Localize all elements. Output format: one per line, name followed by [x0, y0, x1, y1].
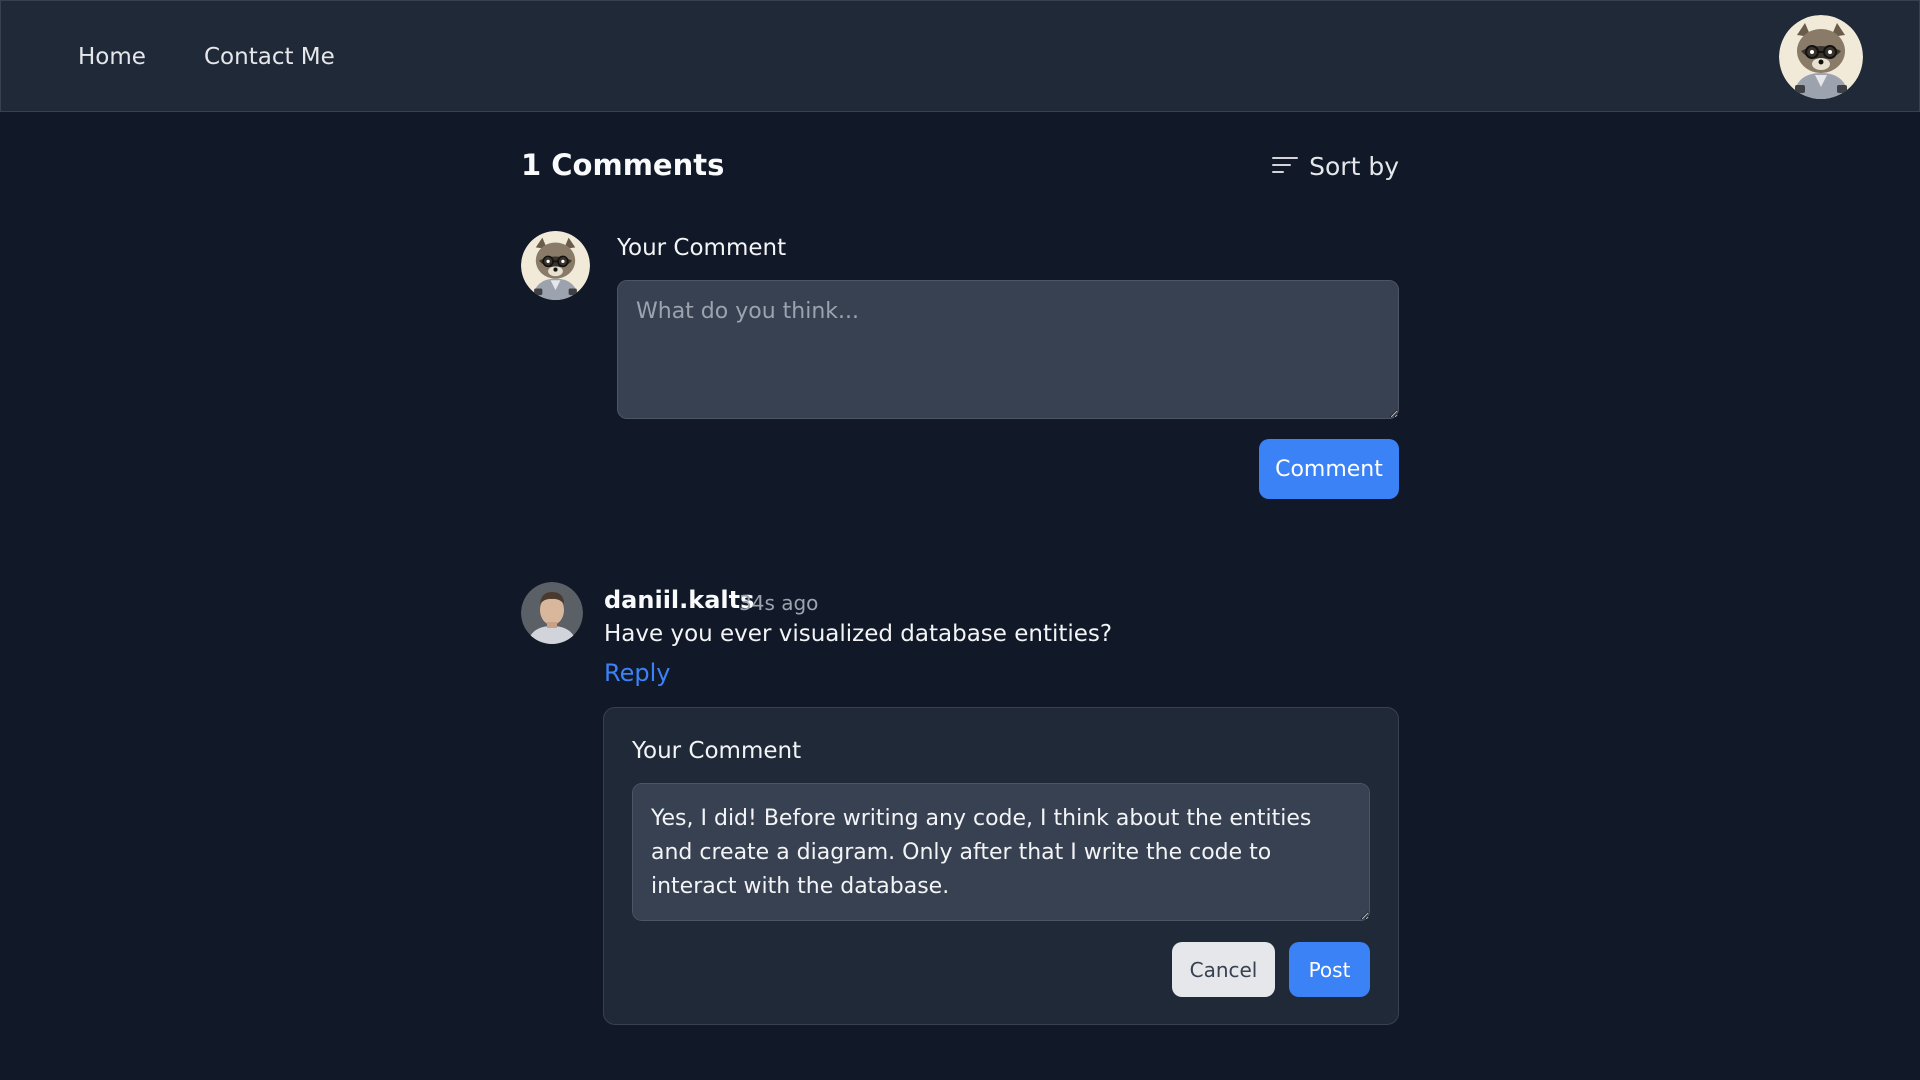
- current-user-avatar: [521, 231, 590, 300]
- top-navbar: Home Contact Me: [0, 0, 1920, 112]
- comment-input[interactable]: [617, 280, 1399, 419]
- cancel-button[interactable]: Cancel: [1172, 942, 1275, 997]
- nav-contact-link[interactable]: Contact Me: [204, 1, 335, 113]
- sort-by-button[interactable]: Sort by: [1271, 152, 1399, 181]
- comment-body: Have you ever visualized database entiti…: [604, 621, 1113, 647]
- comments-count-title: 1 Comments: [521, 148, 725, 182]
- comment-submit-button[interactable]: Comment: [1259, 439, 1399, 499]
- sort-lines-icon: [1271, 155, 1299, 179]
- sort-by-label: Sort by: [1309, 152, 1399, 181]
- comment-author-avatar: [521, 582, 583, 644]
- reply-input[interactable]: Yes, I did! Before writing any code, I t…: [632, 783, 1370, 921]
- post-button[interactable]: Post: [1289, 942, 1370, 997]
- nav-home-link[interactable]: Home: [78, 1, 146, 113]
- comment-author-name[interactable]: daniil.kalts: [604, 586, 754, 614]
- reply-link[interactable]: Reply: [604, 659, 670, 687]
- comment-timestamp: 34s ago: [739, 591, 819, 615]
- reply-form: Your Comment Yes, I did! Before writing …: [603, 707, 1399, 1025]
- reply-label: Your Comment: [632, 738, 802, 764]
- composer-label: Your Comment: [617, 235, 787, 261]
- raccoon-avatar-icon[interactable]: [1779, 15, 1863, 99]
